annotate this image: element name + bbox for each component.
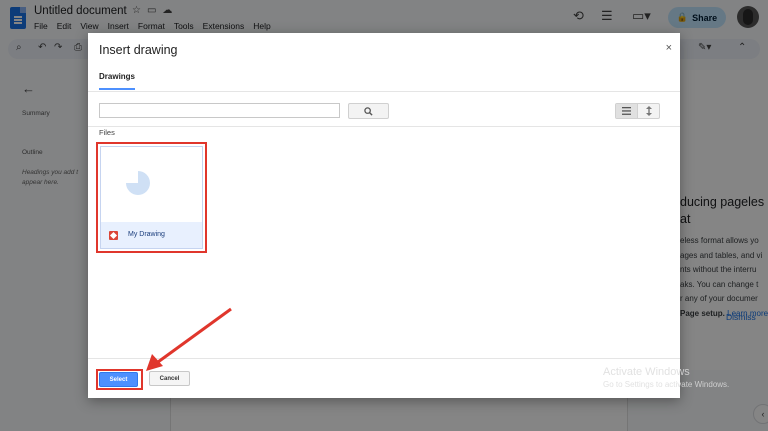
activation-watermark: Activate Windows Go to Settings to activ… xyxy=(603,366,730,389)
